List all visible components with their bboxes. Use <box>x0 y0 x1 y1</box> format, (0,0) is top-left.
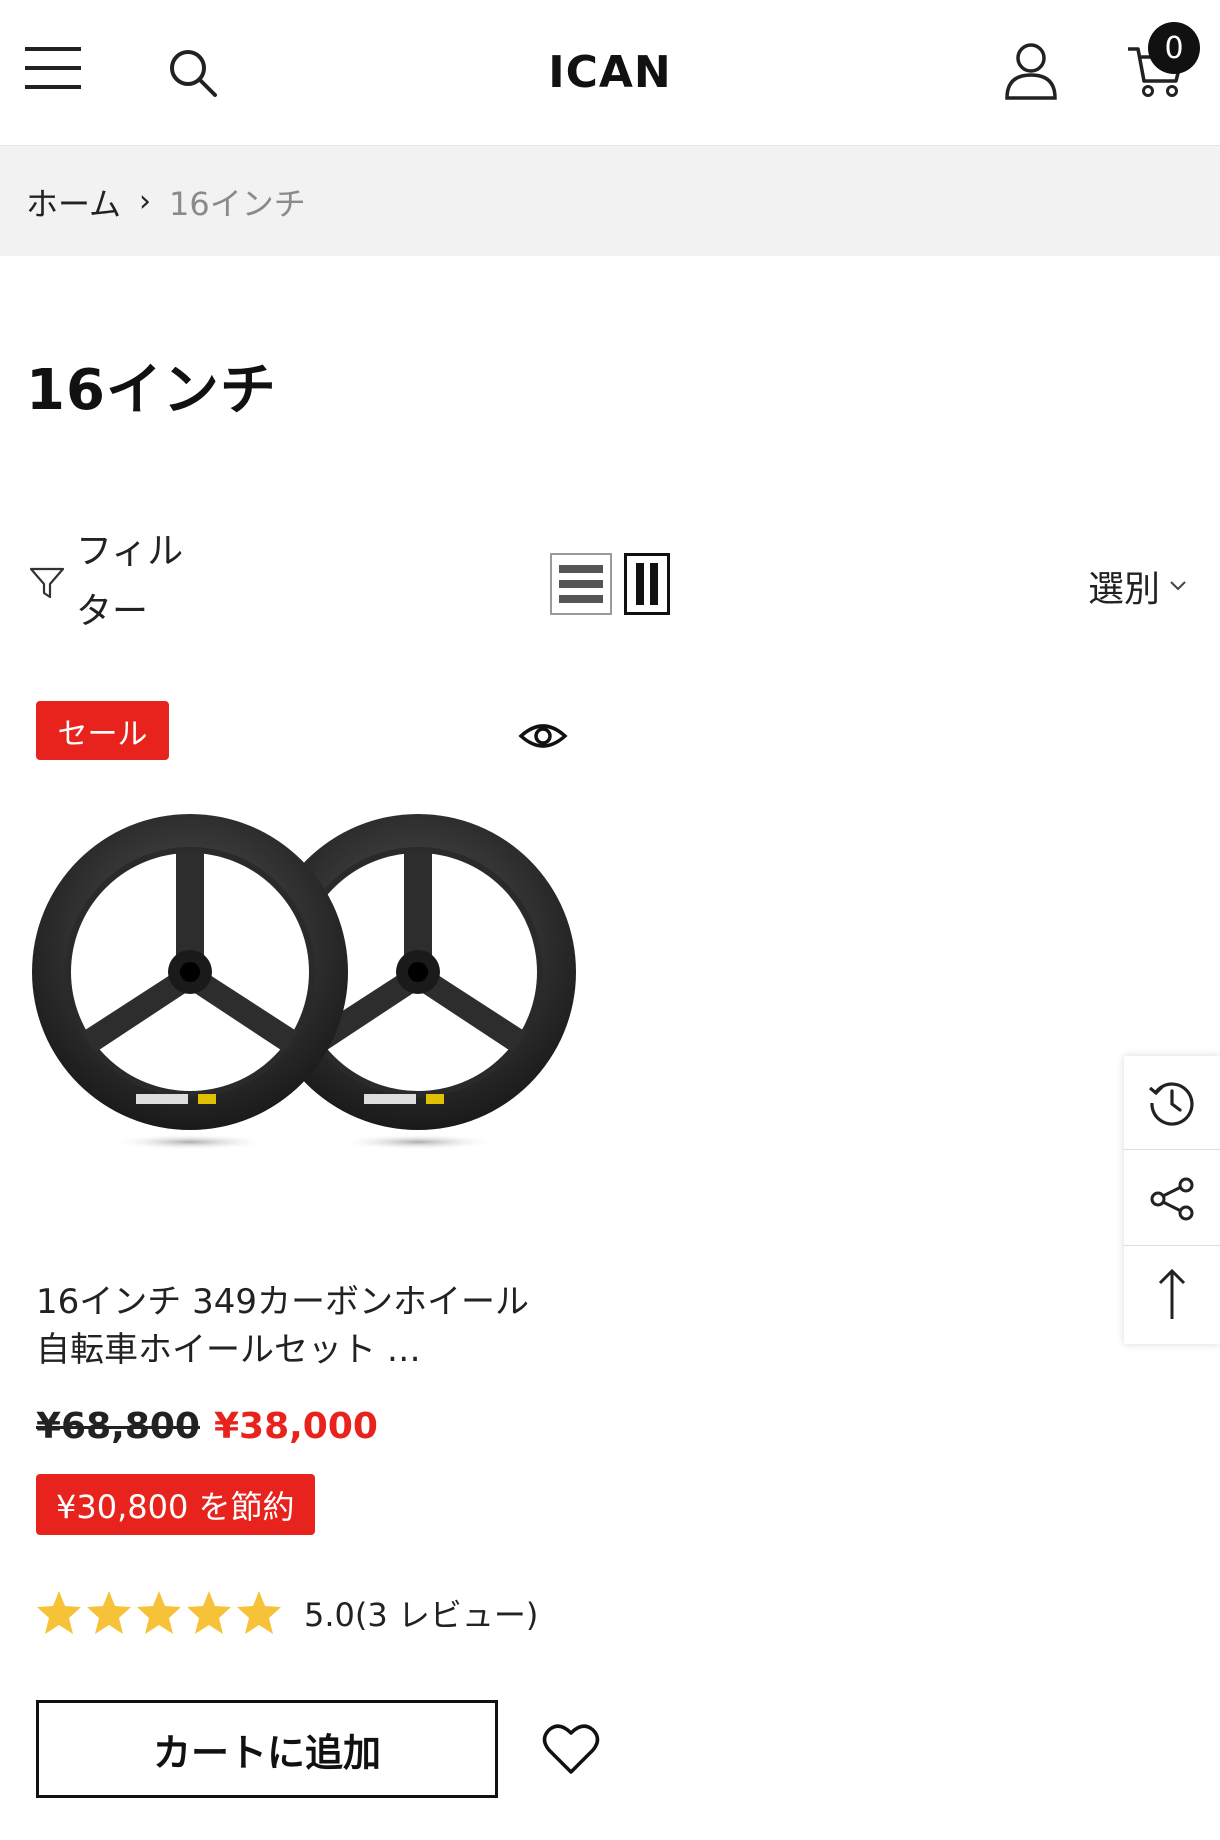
site-header: ICAN 0 <box>0 0 1220 146</box>
filter-icon <box>29 567 65 599</box>
share-icon <box>1150 1177 1194 1220</box>
product-image[interactable] <box>24 796 584 1176</box>
filter-label: フィルター <box>76 531 184 632</box>
page-title: 16インチ <box>26 358 277 423</box>
rating-text: 5.0(3 レビュー) <box>304 1596 539 1634</box>
eye-icon <box>518 724 568 748</box>
chevron-down-icon <box>1170 581 1186 591</box>
sort-label: 選別 <box>1088 569 1161 610</box>
menu-button[interactable] <box>18 36 88 100</box>
user-icon <box>1005 43 1057 100</box>
breadcrumb-current: 16インチ <box>169 184 306 223</box>
list-view-icon <box>559 565 603 603</box>
quick-view-button[interactable] <box>518 714 568 758</box>
breadcrumb-home-link[interactable]: ホーム <box>26 179 121 225</box>
star-icon <box>237 1591 281 1634</box>
breadcrumb-separator: › <box>139 184 152 219</box>
history-icon <box>1148 1081 1194 1126</box>
price-row: ¥68,800 ¥38,000 <box>36 1406 378 1447</box>
price-sale: ¥38,000 <box>213 1406 378 1447</box>
account-button[interactable] <box>996 36 1066 106</box>
cart-count-badge: 0 <box>1148 22 1200 74</box>
breadcrumb: ホーム › 16インチ <box>0 147 1220 256</box>
search-button[interactable] <box>158 38 228 108</box>
heart-icon <box>542 1724 600 1774</box>
star-rating <box>34 1588 284 1638</box>
wishlist-button[interactable] <box>542 1722 600 1776</box>
price-original: ¥68,800 <box>36 1406 200 1447</box>
list-view-button[interactable] <box>550 553 612 615</box>
cart-button[interactable]: 0 <box>1116 22 1200 106</box>
share-button[interactable] <box>1124 1152 1220 1246</box>
search-icon <box>170 50 217 97</box>
product-title[interactable]: 16インチ 349カーボンホイール 自転車ホイールセット … <box>36 1278 556 1374</box>
floating-side-panel <box>1124 1056 1220 1344</box>
hamburger-menu-icon <box>25 47 81 89</box>
product-rating[interactable]: 5.0(3 レビュー) <box>34 1588 538 1638</box>
sort-dropdown[interactable]: 選別 <box>1088 560 1188 612</box>
star-icon <box>137 1591 181 1634</box>
scroll-to-top-button[interactable] <box>1124 1248 1220 1342</box>
sale-badge: セール <box>36 701 169 760</box>
arrow-up-icon <box>1158 1268 1186 1319</box>
add-to-cart-button[interactable]: カートに追加 <box>36 1700 498 1798</box>
grid-view-button[interactable] <box>624 553 670 615</box>
site-logo[interactable]: ICAN <box>520 42 700 102</box>
grid-view-icon <box>636 563 658 605</box>
filter-button[interactable]: フィルター <box>28 522 196 642</box>
star-icon <box>37 1591 81 1634</box>
star-icon <box>187 1591 231 1634</box>
star-icon <box>87 1591 131 1634</box>
recently-viewed-button[interactable] <box>1124 1056 1220 1150</box>
savings-badge: ¥30,800 を節約 <box>36 1474 315 1535</box>
